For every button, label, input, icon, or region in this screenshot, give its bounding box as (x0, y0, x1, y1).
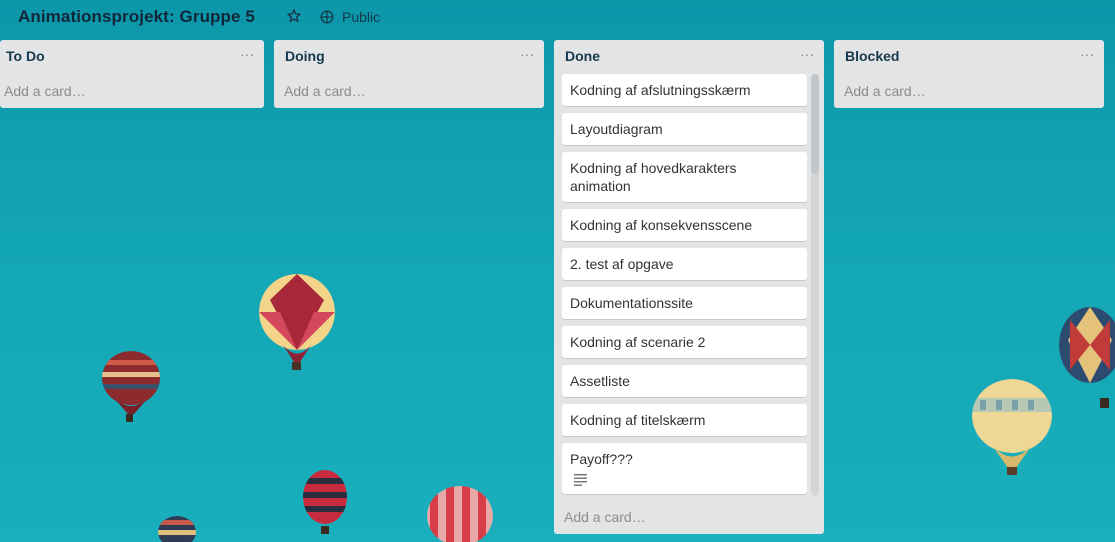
card-title: Layoutdiagram (570, 121, 663, 137)
add-card-button[interactable]: Add a card… (4, 83, 86, 99)
card-title: Payoff??? (570, 451, 633, 467)
list-title[interactable]: To Do (6, 48, 45, 64)
list-title[interactable]: Blocked (845, 48, 899, 64)
board-header: Animationsprojekt: Gruppe 5 Public (0, 0, 1115, 36)
globe-icon (320, 10, 334, 24)
add-card-button[interactable]: Add a card… (844, 83, 926, 99)
description-icon (574, 474, 587, 486)
visibility-button[interactable]: Public (320, 8, 380, 26)
card[interactable]: 2. test af opgave (562, 248, 807, 280)
scrollbar-thumb[interactable] (811, 74, 819, 174)
list-menu-button[interactable]: ··· (800, 47, 814, 61)
card[interactable]: Kodning af scenarie 2 (562, 326, 807, 358)
card-title: 2. test af opgave (570, 256, 674, 272)
board-title[interactable]: Animationsprojekt: Gruppe 5 (18, 7, 255, 27)
list-menu-button[interactable]: ··· (240, 47, 254, 61)
card-title: Assetliste (570, 373, 630, 389)
visibility-label: Public (342, 9, 381, 25)
card[interactable]: Kodning af hovedkarakters animation (562, 152, 807, 202)
card-title: Dokumentationssite (570, 295, 693, 311)
card[interactable]: Layoutdiagram (562, 113, 807, 145)
card-title: Kodning af scenarie 2 (570, 334, 706, 350)
list-doing: Doing ··· Add a card… (274, 40, 544, 108)
card[interactable]: Payoff??? (562, 443, 807, 494)
list-title[interactable]: Doing (285, 48, 325, 64)
card[interactable]: Kodning af titelskærm (562, 404, 807, 436)
card[interactable]: Assetliste (562, 365, 807, 397)
card-title: Kodning af konsekvensscene (570, 217, 753, 233)
star-icon[interactable] (286, 8, 302, 24)
card[interactable]: Dokumentationssite (562, 287, 807, 319)
list-menu-button[interactable]: ··· (1080, 47, 1094, 61)
list-title[interactable]: Done (565, 48, 600, 64)
card[interactable]: Kodning af konsekvensscene (562, 209, 807, 241)
card-title: Kodning af afslutningsskærm (570, 82, 751, 98)
card[interactable]: Kodning af afslutningsskærm (562, 74, 807, 106)
list-scrollbar[interactable] (811, 74, 819, 496)
list-menu-button[interactable]: ··· (520, 47, 534, 61)
card-title: Kodning af hovedkarakters animation (570, 160, 737, 194)
list-to-do: To Do ··· Add a card… (0, 40, 264, 108)
card-title: Kodning af titelskærm (570, 412, 706, 428)
card-list: Kodning af afslutningsskærm Layoutdiagra… (562, 74, 807, 501)
list-done: Done ··· Kodning af afslutningsskærm Lay… (554, 40, 824, 534)
list-blocked: Blocked ··· Add a card… (834, 40, 1104, 108)
add-card-button[interactable]: Add a card… (284, 83, 366, 99)
add-card-button[interactable]: Add a card… (564, 509, 646, 525)
